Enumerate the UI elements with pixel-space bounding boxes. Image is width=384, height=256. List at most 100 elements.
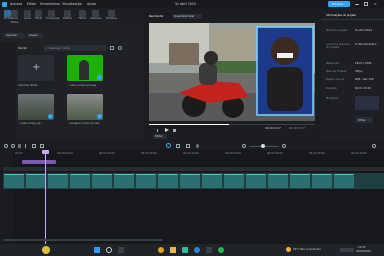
overlay-track[interactable] <box>3 167 384 171</box>
menu-edit[interactable]: Editar <box>27 2 39 6</box>
export-button[interactable]: Exportar <box>328 1 350 7</box>
video-clip[interactable] <box>4 174 24 188</box>
redo-icon[interactable] <box>11 143 15 148</box>
undo-icon[interactable] <box>4 143 8 148</box>
mic-icon[interactable] <box>196 143 199 148</box>
snapshot-icon[interactable] <box>186 143 190 148</box>
ruler-label: 00:00:35:00 <box>309 152 325 155</box>
video-clip[interactable] <box>312 174 332 188</box>
prev-frame-icon[interactable] <box>157 129 160 132</box>
zoom-out-icon[interactable] <box>242 143 246 148</box>
tool-title[interactable]: Título <box>33 10 44 28</box>
media-caption: ...sonagem modo de tela <box>67 122 100 125</box>
stop-icon[interactable] <box>173 129 176 132</box>
video-clip[interactable] <box>180 174 200 188</box>
check-icon <box>97 114 102 119</box>
search-taskbar-icon[interactable] <box>106 247 112 253</box>
video-preview[interactable] <box>149 23 315 121</box>
app-icon-avatar[interactable] <box>42 246 50 254</box>
video-clip[interactable] <box>224 174 244 188</box>
tool-templates[interactable]: Modelos <box>106 10 117 28</box>
video-clip[interactable] <box>70 174 90 188</box>
playhead[interactable] <box>45 151 46 244</box>
app-icon-chrome[interactable] <box>158 247 164 253</box>
settings-icon[interactable] <box>372 143 376 148</box>
clock-time[interactable]: 10:45 <box>358 246 372 249</box>
media-caption: ...video amigo g2... <box>18 122 44 125</box>
menu-tools[interactable]: Ferramentas <box>40 2 60 6</box>
import-media-tile[interactable]: + <box>18 55 54 81</box>
taskview-icon[interactable] <box>118 247 124 253</box>
tool-effects[interactable]: Efeitos <box>62 10 73 28</box>
video-track[interactable] <box>3 173 384 189</box>
marker-icon[interactable] <box>166 143 171 148</box>
video-clip[interactable] <box>158 174 178 188</box>
app-icon-media[interactable] <box>206 247 212 253</box>
zoom-slider[interactable] <box>249 143 279 148</box>
prop-label-block: Local dos arquivos do projeto <box>326 43 352 49</box>
tool-stickers[interactable]: Adesivos <box>90 10 102 28</box>
text-tool-icon[interactable] <box>40 143 44 148</box>
clock-date[interactable]: 20/04/2024 <box>356 250 376 253</box>
media-thumb-green[interactable] <box>67 55 103 81</box>
quality-dropdown[interactable]: Qualidade total <box>172 14 202 19</box>
app-icon-edge[interactable] <box>194 247 200 253</box>
effect-clip[interactable] <box>22 160 56 164</box>
more-icon[interactable] <box>118 46 122 50</box>
media-thumb-street[interactable] <box>18 94 54 120</box>
maximize-icon[interactable] <box>364 2 368 6</box>
video-clip[interactable] <box>92 174 112 188</box>
tab-player[interactable]: Reprodutor <box>149 15 171 18</box>
import-button[interactable]: Importar <box>3 33 25 38</box>
delete-icon[interactable] <box>18 143 21 148</box>
menu-help[interactable]: Ajuda <box>87 2 99 6</box>
video-clip[interactable] <box>26 174 46 188</box>
menu-file[interactable]: Arquivo <box>10 2 24 6</box>
transition-icon <box>48 10 55 17</box>
app-icon-filmora[interactable] <box>182 247 188 253</box>
weather-icon[interactable] <box>286 247 291 252</box>
menu-view[interactable]: Visualização <box>62 2 84 6</box>
ruler-label: 00:00:25:00 <box>225 152 241 155</box>
playback-progress[interactable] <box>149 124 315 125</box>
play-icon[interactable] <box>165 128 169 132</box>
video-clip[interactable] <box>290 174 310 188</box>
tool-transitions[interactable]: Transições <box>46 10 60 28</box>
search-input[interactable]: ⌕ Pesquisar mídia <box>44 45 106 51</box>
start-icon[interactable] <box>94 247 100 253</box>
timeline-scrollbar[interactable] <box>3 239 163 241</box>
video-clip[interactable] <box>114 174 134 188</box>
tool-audio[interactable]: Áudio <box>22 10 33 28</box>
zoom-knob[interactable] <box>261 143 265 148</box>
tool-stock-media[interactable]: Stock Media <box>9 10 20 28</box>
minimize-icon[interactable] <box>355 3 359 5</box>
properties-edit-button[interactable]: Editar <box>355 117 373 123</box>
zoom-in-icon[interactable] <box>282 143 286 148</box>
video-clip[interactable] <box>202 174 222 188</box>
close-icon[interactable]: ✕ <box>374 2 379 6</box>
player-edit-button[interactable]: Editar <box>153 134 167 139</box>
video-clip[interactable] <box>136 174 156 188</box>
render-icon[interactable] <box>176 143 180 148</box>
filter-icon[interactable] <box>110 46 114 50</box>
tool-filters[interactable]: Filtros <box>77 10 88 28</box>
video-clip[interactable] <box>268 174 288 188</box>
sticker-icon <box>92 10 99 17</box>
tray-icons[interactable] <box>340 248 354 252</box>
search-icon: ⌕ <box>45 46 47 50</box>
crop-icon[interactable] <box>32 143 36 148</box>
weather-text[interactable]: 29°C Parc ensolarado <box>293 248 337 251</box>
app-icon-spotify[interactable] <box>218 247 224 253</box>
video-clip[interactable] <box>246 174 266 188</box>
media-thumb-street2[interactable] <box>67 94 103 120</box>
current-time: 00:00:13:07 <box>265 127 281 130</box>
tool-transitions-label: Transições <box>46 17 60 20</box>
record-button[interactable]: Gravar <box>27 33 43 38</box>
app-icon-explorer[interactable] <box>170 247 176 253</box>
timeline-ruler[interactable]: 00:00 00:00:05:00 00:00:10:00 00:00:15:0… <box>13 152 384 158</box>
video-clip[interactable] <box>334 174 354 188</box>
split-icon[interactable] <box>25 143 28 148</box>
folder-label[interactable]: Padrão <box>18 47 32 50</box>
video-clip[interactable] <box>48 174 68 188</box>
playhead-handle[interactable] <box>42 150 49 154</box>
